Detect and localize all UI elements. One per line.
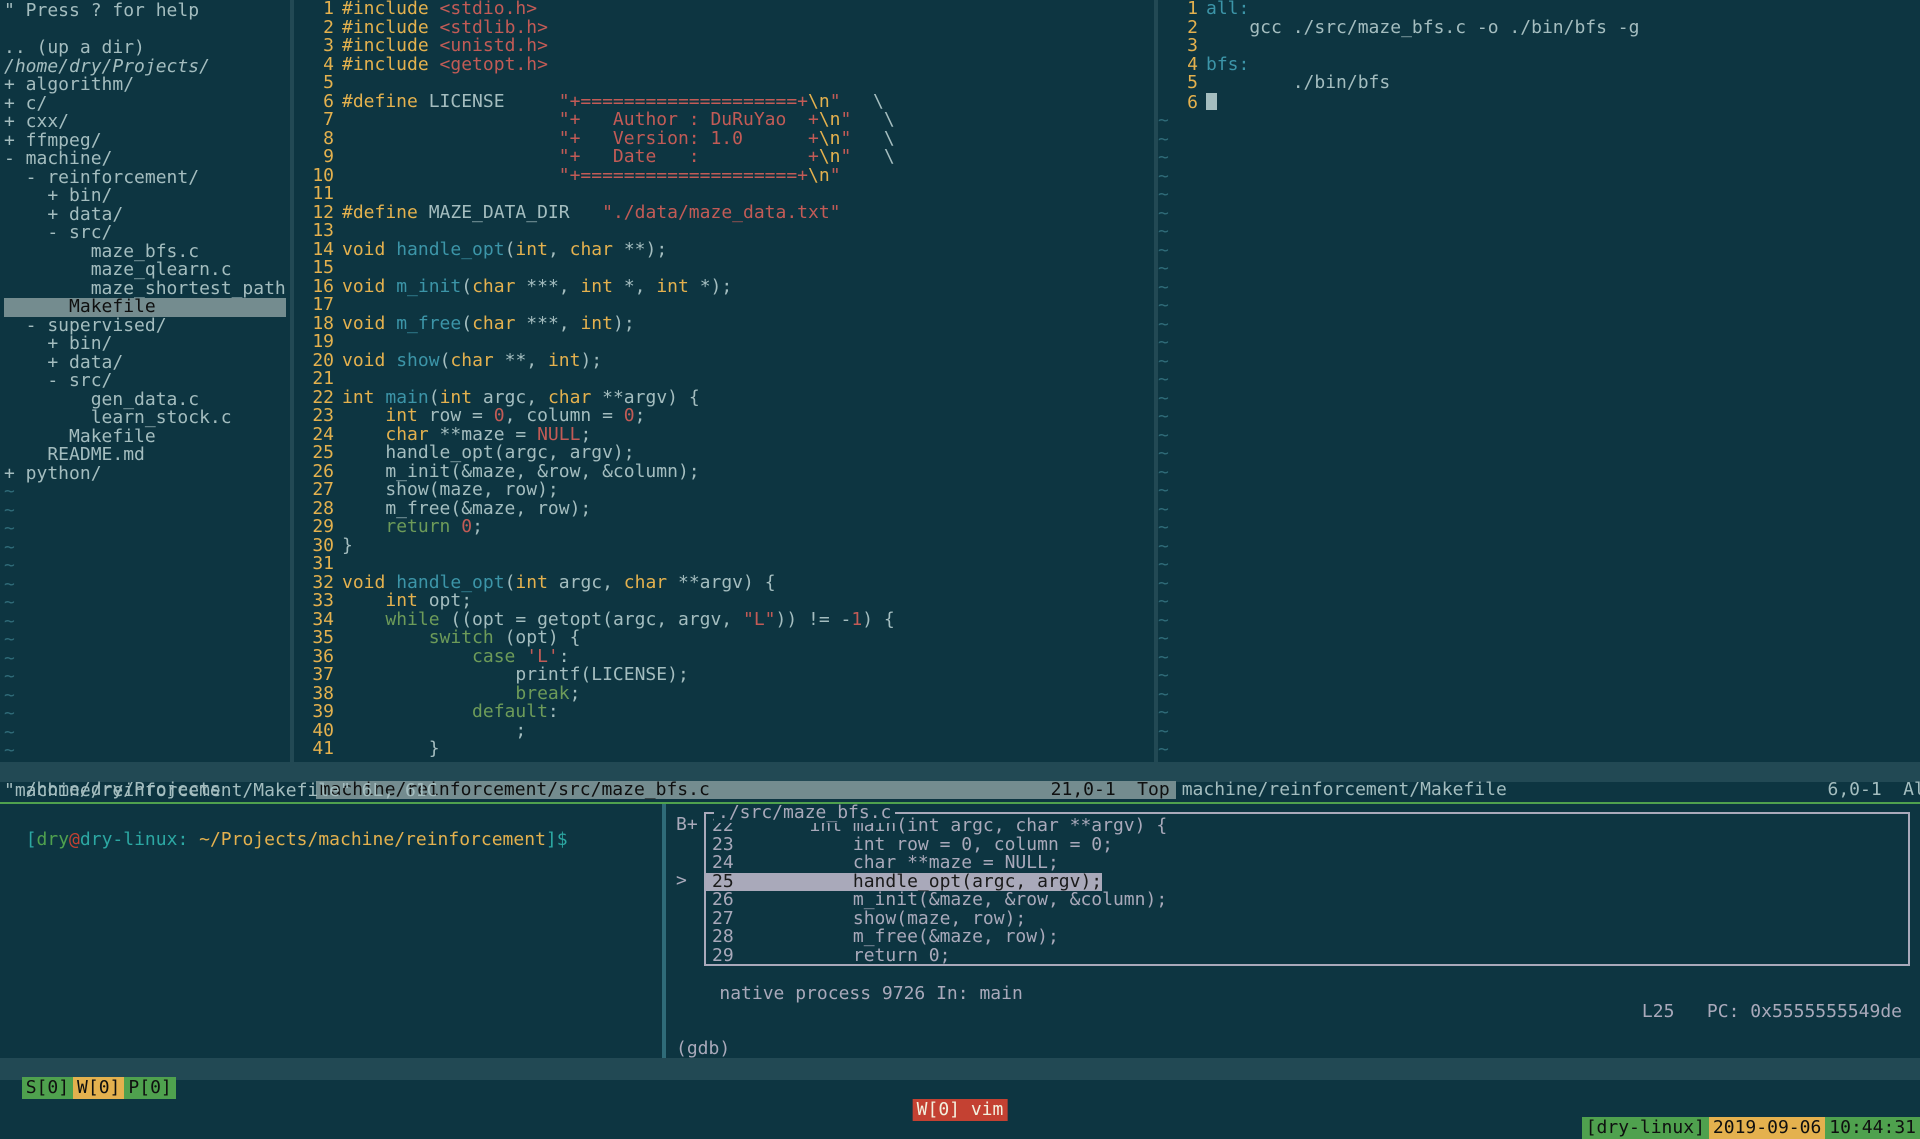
code-line[interactable]: 6 (1158, 93, 1920, 113)
tmux-host: [dry-linux] (1582, 1117, 1709, 1139)
code-line[interactable]: 12#define MAZE_DATA_DIR "./data/maze_dat… (294, 204, 1152, 223)
tmux-status-bar: S[0]W[0]P[0] W[0] vim [dry-linux]2019-09… (0, 1058, 1920, 1080)
vim-message: "machine/reinforcement/Makefile" 6L, 61C (0, 782, 1920, 802)
code-line[interactable]: 30} (294, 537, 1152, 556)
tree-item[interactable]: + cxx/ (4, 113, 286, 132)
terminal-pane[interactable]: [dry@dry-linux: ~/Projects/machine/reinf… (0, 804, 662, 1064)
gdb-source-line: 28 m_free(&maze, row); (706, 928, 1908, 947)
tree-item[interactable]: - src/ (4, 372, 286, 391)
code-line[interactable]: 14void handle_opt(int, char **); (294, 241, 1152, 260)
code-line[interactable]: 3 (1158, 37, 1920, 56)
status-bar: /home/dry/Projectsmachine/reinforcement/… (0, 762, 1920, 782)
tree-item[interactable]: README.md (4, 446, 286, 465)
tmux-current-window[interactable]: W[0] vim (913, 1099, 1008, 1121)
code-line[interactable]: 41 } (294, 740, 1152, 759)
code-line[interactable]: 10 "+====================+\n" (294, 167, 1152, 186)
gdb-pane[interactable]: B+ > ./src/maze_bfs.c 22 int main(int ar… (668, 804, 1920, 1064)
gdb-source-line: 29 return 0; (706, 947, 1908, 966)
code-line[interactable]: 37 printf(LICENSE); (294, 666, 1152, 685)
tree-item[interactable]: learn_stock.c (4, 409, 286, 428)
code-line[interactable]: 27 show(maze, row); (294, 481, 1152, 500)
tree-item[interactable]: - src/ (4, 224, 286, 243)
code-line[interactable]: 18void m_free(char ***, int); (294, 315, 1152, 334)
code-line[interactable]: 16void m_init(char ***, int *, int *); (294, 278, 1152, 297)
tree-item[interactable]: + algorithm/ (4, 76, 286, 95)
tree-item[interactable]: + bin/ (4, 335, 286, 354)
code-line[interactable]: 39 default: (294, 703, 1152, 722)
tree-item[interactable]: + python/ (4, 465, 286, 484)
code-line[interactable]: 25 handle_opt(argc, argv); (294, 444, 1152, 463)
code-line[interactable]: 29 return 0; (294, 518, 1152, 537)
tmux-date: 2019-09-06 (1709, 1117, 1825, 1139)
tree-item[interactable]: maze_qlearn.c (4, 261, 286, 280)
gdb-status-right: L25 PC: 0x5555555549de (1642, 1003, 1902, 1022)
tmux-vsep (662, 804, 666, 1064)
code-pane-main[interactable]: 1#include <stdio.h>2#include <stdlib.h>3… (294, 0, 1152, 762)
file-tree-pane[interactable]: " Press ? for help .. (up a dir) /home/d… (0, 0, 290, 762)
tree-up-dir[interactable]: .. (up a dir) (4, 39, 286, 58)
tree-item[interactable]: - machine/ (4, 150, 286, 169)
code-line[interactable]: 1all: (1158, 0, 1920, 19)
gdb-title: ./src/maze_bfs.c (714, 804, 895, 823)
gdb-source-line: 24 char **maze = NULL; (706, 854, 1908, 873)
tree-help: " Press ? for help (4, 2, 286, 21)
gdb-prompt[interactable]: (gdb) (672, 1040, 1920, 1059)
code-line[interactable]: 20void show(char **, int); (294, 352, 1152, 371)
gdb-source-box: ./src/maze_bfs.c 22 int main(int argc, c… (704, 812, 1910, 966)
tmux-time: 10:44:31 (1825, 1117, 1920, 1139)
gdb-status-left: native process 9726 In: main (719, 983, 1022, 1004)
code-pane-makefile[interactable]: 1all:2 gcc ./src/maze_bfs.c -o ./bin/bfs… (1158, 0, 1920, 762)
code-line[interactable]: 35 switch (opt) { (294, 629, 1152, 648)
tree-item[interactable]: + bin/ (4, 187, 286, 206)
code-line[interactable]: 2 gcc ./src/maze_bfs.c -o ./bin/bfs -g (1158, 19, 1920, 38)
tree-item[interactable]: Makefile (4, 298, 286, 317)
code-line[interactable]: 5 ./bin/bfs (1158, 74, 1920, 93)
gdb-source-line: 26 m_init(&maze, &row, &column); (706, 891, 1908, 910)
code-line[interactable]: 4#include <getopt.h> (294, 56, 1152, 75)
